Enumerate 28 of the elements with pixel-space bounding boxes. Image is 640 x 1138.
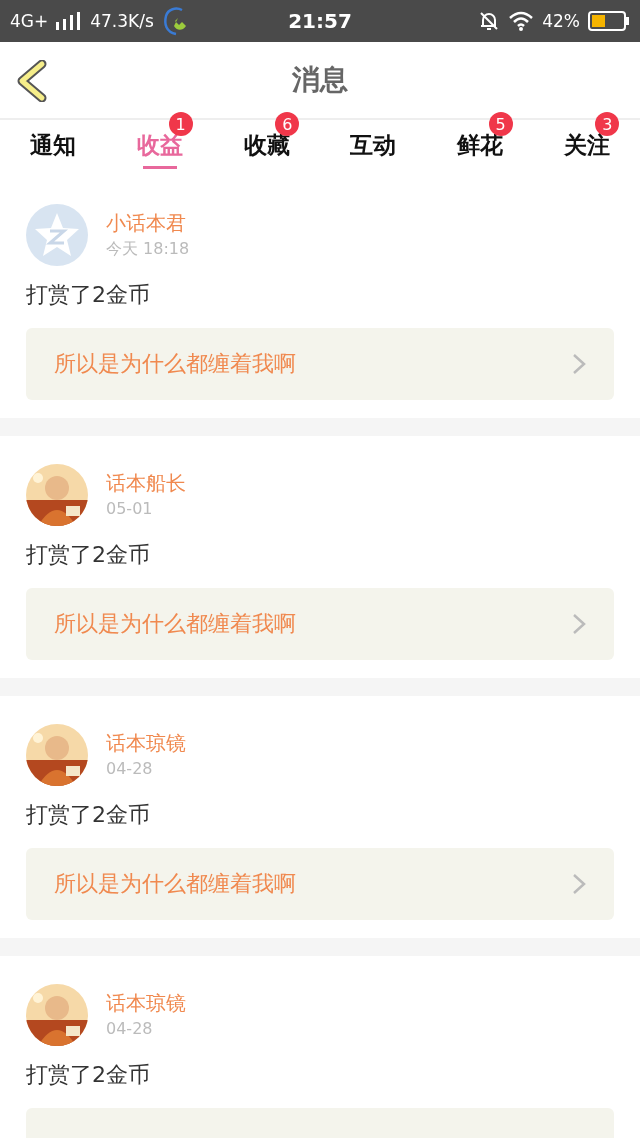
message-text: 打赏了2金币 (26, 541, 151, 569)
network-type: 4G+ (10, 11, 49, 31)
chevron-right-icon (572, 353, 586, 375)
user-name: 话本船长 (106, 470, 186, 497)
message-time: 04-28 (106, 759, 154, 778)
clock: 21:57 (288, 9, 352, 33)
tab[interactable]: 互动 (350, 130, 397, 172)
message-time: 04-28 (106, 1019, 154, 1038)
user-name: 话本琼镜 (106, 990, 186, 1017)
message-text: 打赏了2金币 (26, 281, 151, 309)
battery-icon (588, 10, 630, 32)
page-title: 消息 (291, 62, 349, 98)
back-button[interactable] (16, 60, 48, 102)
message-text: 打赏了2金币 (26, 1061, 151, 1089)
message-time: 今天 18:18 (106, 239, 190, 260)
network-speed: 47.3K/s (90, 11, 154, 31)
chevron-right-icon (572, 873, 586, 895)
battery-percent: 42% (542, 11, 580, 31)
message-time: 05-01 (106, 499, 154, 518)
tab[interactable]: 通知 (30, 130, 77, 172)
chevron-right-icon (572, 613, 586, 635)
message-text: 打赏了2金币 (26, 801, 151, 829)
user-name: 小话本君 (106, 210, 187, 237)
user-name: 话本琼镜 (106, 730, 186, 757)
count-badge: 1 (168, 112, 193, 136)
wifi-icon (508, 11, 535, 31)
signal-icon (56, 12, 83, 30)
star-avatar-icon (26, 204, 88, 266)
